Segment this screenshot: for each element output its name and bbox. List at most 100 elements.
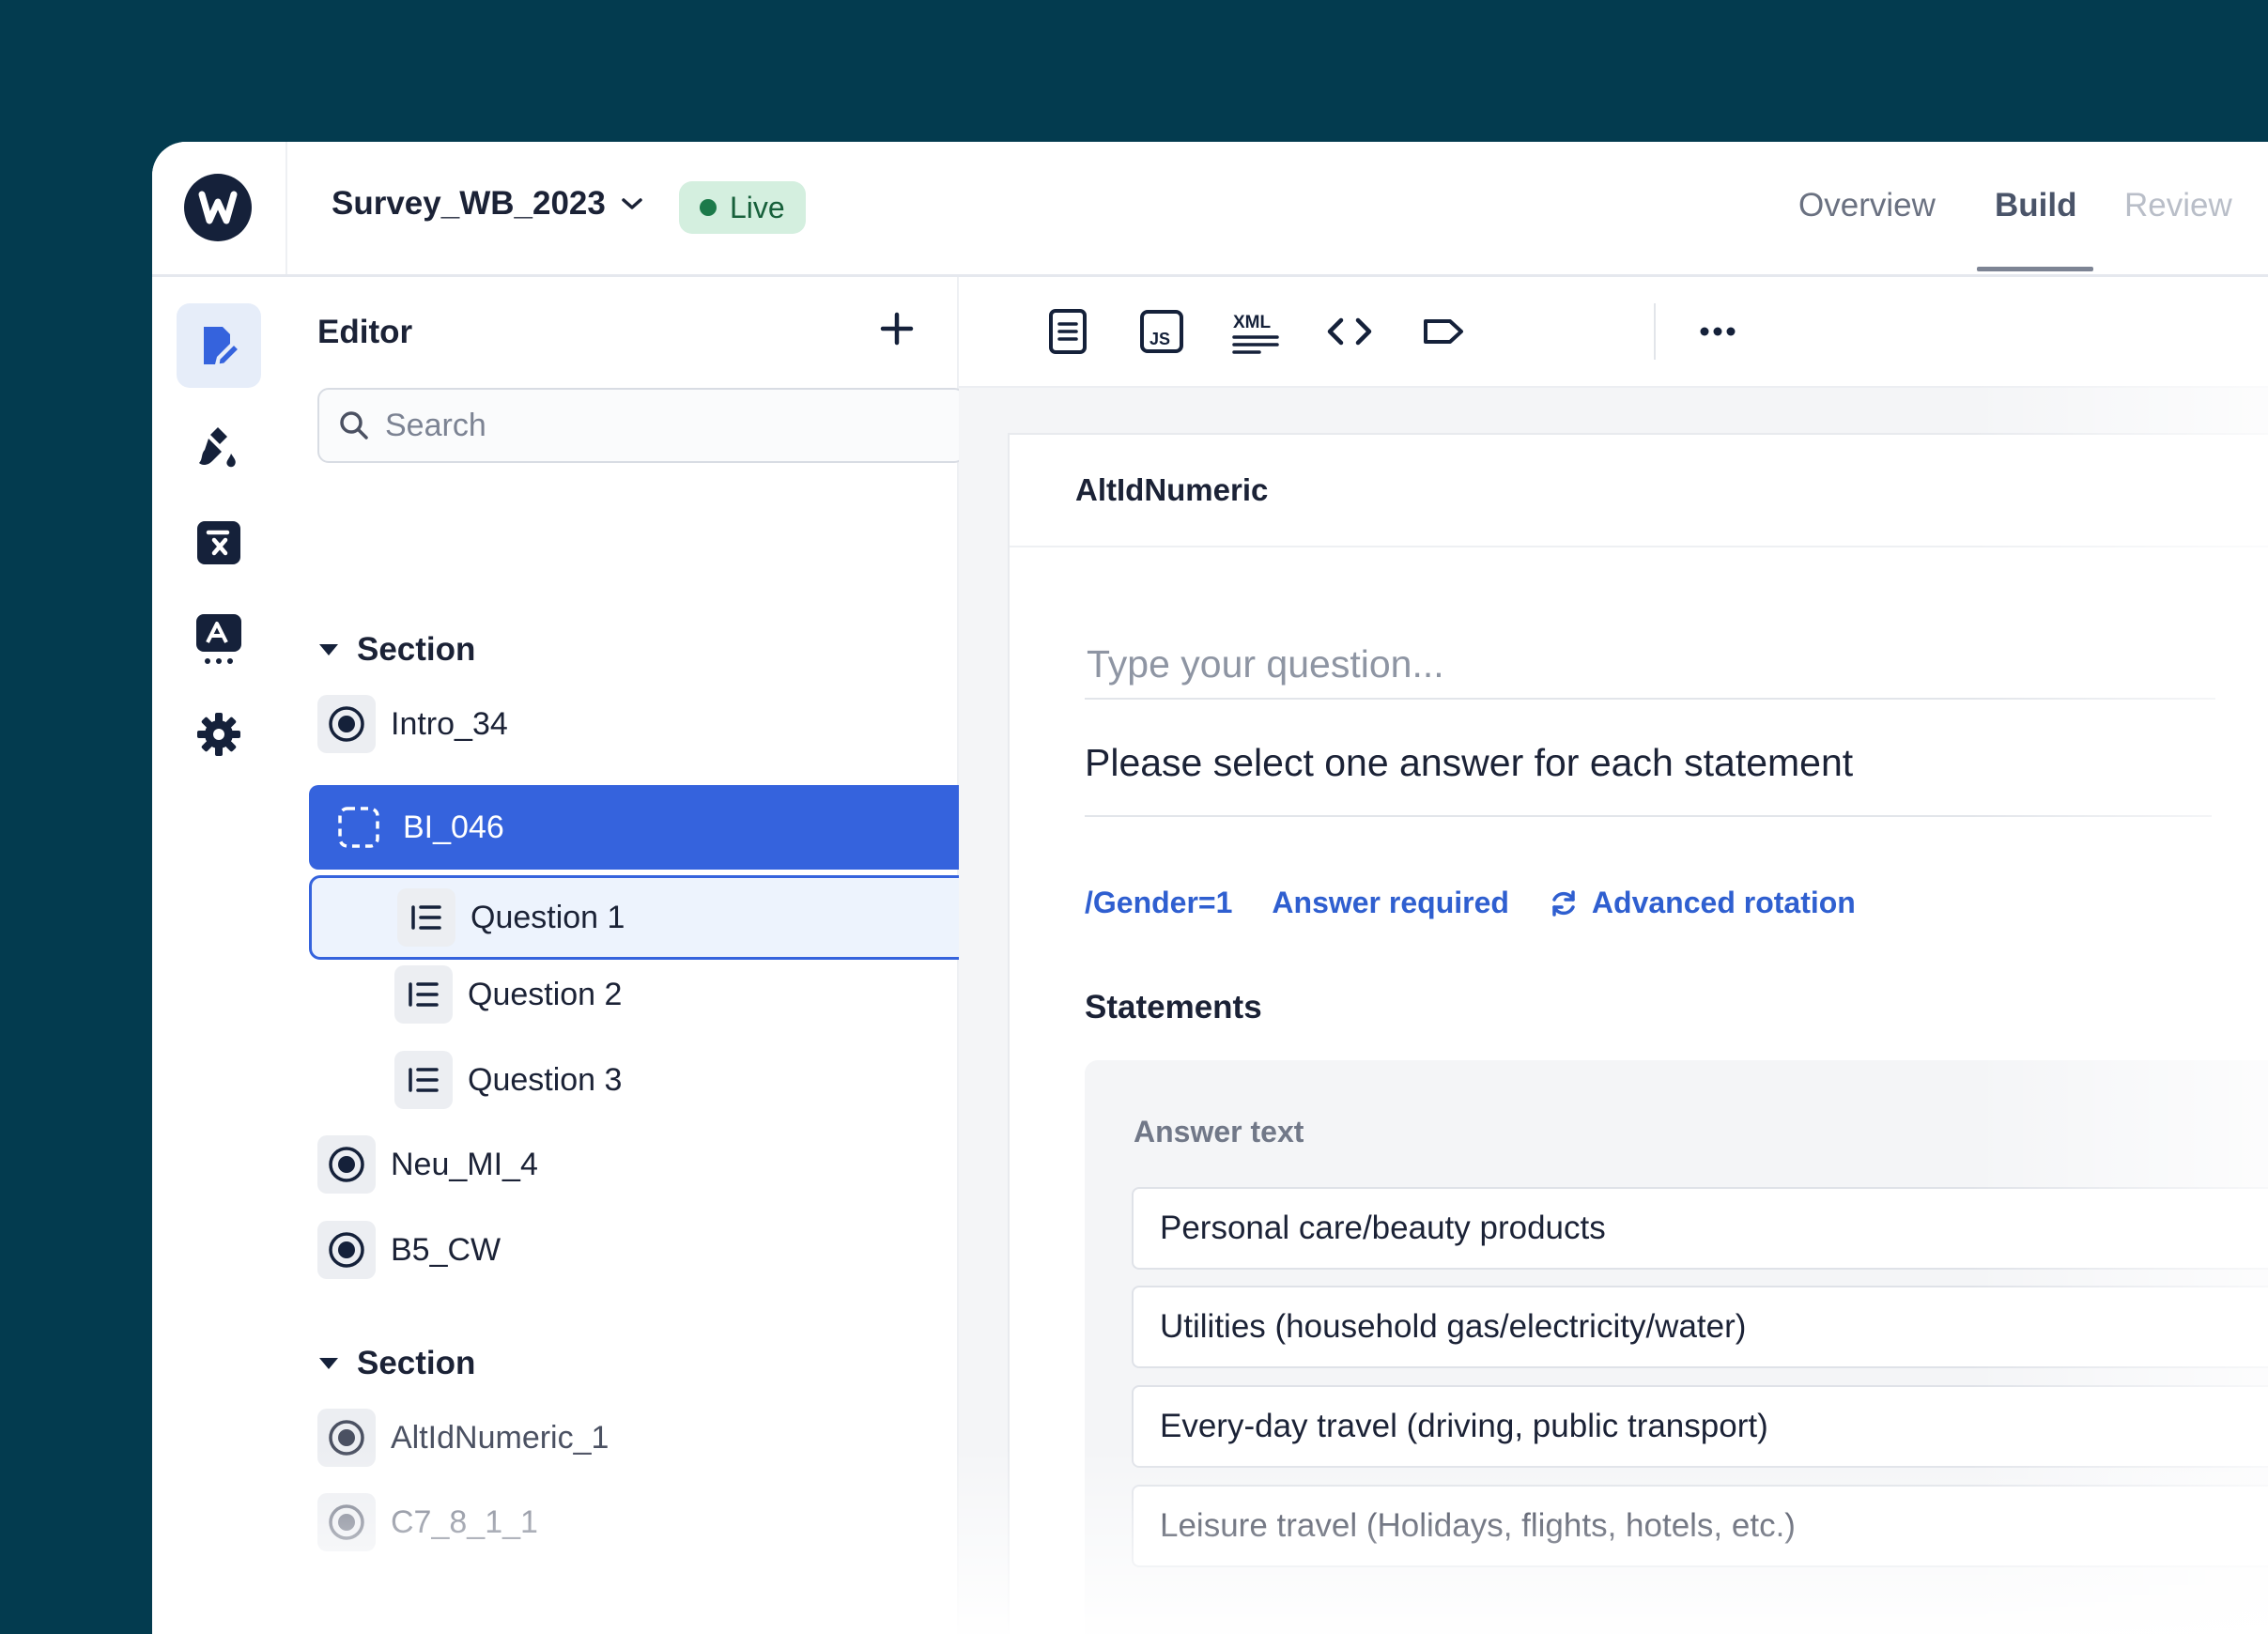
toolbar-code-button[interactable] — [1321, 303, 1378, 360]
top-header: Survey_WB_2023 Live Overview Build Revie… — [152, 142, 2268, 277]
tree-item-label: Question 1 — [471, 899, 625, 935]
survey-selector[interactable]: Survey_WB_2023 — [332, 185, 643, 223]
translate-icon — [196, 614, 241, 664]
more-icon — [1700, 327, 1736, 336]
question-properties: /Gender=1 Answer required Advanced rotat… — [1085, 886, 1856, 920]
svg-text:JS: JS — [1149, 330, 1170, 348]
chevron-down-icon — [622, 198, 642, 209]
radio-block-icon — [317, 1221, 376, 1279]
tree-item-label: BI_046 — [403, 809, 504, 845]
answer-row-4[interactable]: Leisure travel (Holidays, flights, hotel… — [1132, 1485, 2268, 1567]
caret-down-icon — [319, 644, 338, 655]
rail-translate-button[interactable] — [177, 596, 261, 681]
tab-review[interactable]: Review — [2124, 187, 2232, 224]
status-badge-label: Live — [730, 190, 785, 224]
document-icon — [1049, 309, 1087, 354]
advanced-rotation-label: Advanced rotation — [1591, 886, 1856, 919]
tree-item-label: AltIdNumeric_1 — [391, 1419, 609, 1456]
active-tab-indicator — [1977, 267, 2093, 271]
question-card: AltIdNumeric Please select one answer fo… — [1008, 433, 2268, 1634]
list-question-icon — [397, 888, 455, 947]
radio-block-icon — [317, 1409, 376, 1467]
main-content: JS XML AltIdNumeric Type your question..… — [959, 277, 2268, 1634]
app-logo[interactable] — [184, 174, 252, 241]
tree-item-bi-046[interactable]: BI_046 — [309, 785, 977, 870]
editor-title: Editor — [317, 314, 413, 350]
list-question-icon — [394, 965, 453, 1024]
tree-item-neu-mi-4[interactable]: Neu_MI_4 — [317, 1135, 538, 1194]
section-header-2[interactable]: Section — [317, 1345, 475, 1382]
edit-icon — [204, 327, 242, 367]
rail-logic-button[interactable] — [177, 501, 261, 585]
rail-design-button[interactable] — [177, 405, 261, 489]
rail-settings-button[interactable] — [177, 692, 261, 777]
tree-item-label: Neu_MI_4 — [391, 1146, 538, 1182]
editor-toolbar: JS XML — [959, 277, 2268, 388]
question-card-title: AltIdNumeric — [1075, 472, 1269, 507]
xml-icon: XML — [1232, 313, 1279, 354]
condition-link[interactable]: /Gender=1 — [1085, 886, 1232, 920]
code-icon — [1327, 317, 1372, 346]
section-label: Section — [357, 631, 476, 668]
tree-item-question-3[interactable]: Question 3 — [394, 1051, 622, 1109]
editor-panel: Editor Section Intro_34 — [285, 277, 977, 1634]
logo-cell — [152, 142, 287, 274]
section-label: Section — [357, 1345, 476, 1381]
logo-icon — [198, 191, 238, 224]
left-rail — [152, 277, 287, 1634]
app-window: Survey_WB_2023 Live Overview Build Revie… — [152, 142, 2268, 1634]
radio-block-icon — [317, 1493, 376, 1551]
answer-text-label: Answer text — [1134, 1115, 1304, 1148]
status-badge: Live — [679, 181, 806, 234]
tab-overview[interactable]: Overview — [1798, 187, 1936, 224]
toolbar-document-button[interactable] — [1040, 303, 1096, 360]
toolbar-separator — [1654, 303, 1656, 360]
add-button[interactable] — [873, 305, 920, 352]
search-box — [317, 388, 965, 463]
advanced-rotation-link[interactable]: Advanced rotation — [1549, 886, 1856, 920]
tree-item-label: Intro_34 — [391, 705, 508, 742]
radio-block-icon — [317, 1135, 376, 1194]
tab-build[interactable]: Build — [1995, 187, 2076, 224]
answer-row-2[interactable]: Utilities (household gas/electricity/wat… — [1132, 1286, 2268, 1368]
toolbar-tag-button[interactable] — [1415, 303, 1472, 360]
tree-item-label: Question 2 — [468, 976, 623, 1012]
question-text-input[interactable] — [1085, 630, 2215, 700]
answer-row-1[interactable]: Personal care/beauty products — [1132, 1187, 2268, 1270]
toolbar-javascript-button[interactable]: JS — [1134, 303, 1190, 360]
tree-item-label: Question 3 — [468, 1061, 623, 1098]
tree-item-question-2[interactable]: Question 2 — [394, 965, 622, 1024]
formula-icon — [197, 521, 240, 564]
tree-item-altidnumeric-1[interactable]: AltIdNumeric_1 — [317, 1409, 609, 1467]
search-input[interactable] — [383, 406, 950, 445]
gear-icon — [197, 713, 240, 756]
tag-icon — [1424, 319, 1463, 344]
toolbar-xml-button[interactable]: XML — [1227, 303, 1284, 360]
dashed-block-icon — [330, 798, 388, 856]
answer-required-link[interactable]: Answer required — [1272, 886, 1509, 920]
caret-down-icon — [319, 1358, 338, 1369]
survey-name: Survey_WB_2023 — [332, 185, 606, 222]
answer-row-3[interactable]: Every-day travel (driving, public transp… — [1132, 1385, 2268, 1468]
javascript-icon: JS — [1140, 310, 1183, 353]
tree-item-c7-8-1-1[interactable]: C7_8_1_1 — [317, 1493, 538, 1551]
tree-item-label: C7_8_1_1 — [391, 1503, 538, 1540]
question-instruction[interactable]: Please select one answer for each statem… — [1085, 741, 2212, 817]
live-dot-icon — [700, 199, 717, 216]
toolbar-more-button[interactable] — [1689, 303, 1746, 360]
search-icon — [340, 411, 368, 439]
section-header-1[interactable]: Section — [317, 631, 475, 669]
rotate-icon — [1552, 889, 1575, 917]
tree-item-label: B5_CW — [391, 1231, 501, 1268]
tree-item-question-1[interactable]: Question 1 — [309, 875, 977, 960]
radio-block-icon — [317, 695, 376, 753]
answers-panel: Answer text Personal care/beauty product… — [1085, 1060, 2268, 1634]
plus-icon — [880, 312, 914, 346]
question-card-header: AltIdNumeric — [1010, 435, 2268, 547]
list-question-icon — [394, 1051, 453, 1109]
paint-brush-icon — [199, 427, 236, 468]
tree-item-intro-34[interactable]: Intro_34 — [317, 695, 508, 753]
tree-item-b5-cw[interactable]: B5_CW — [317, 1221, 501, 1279]
rail-edit-button[interactable] — [177, 303, 261, 388]
statements-title: Statements — [1085, 989, 1262, 1025]
